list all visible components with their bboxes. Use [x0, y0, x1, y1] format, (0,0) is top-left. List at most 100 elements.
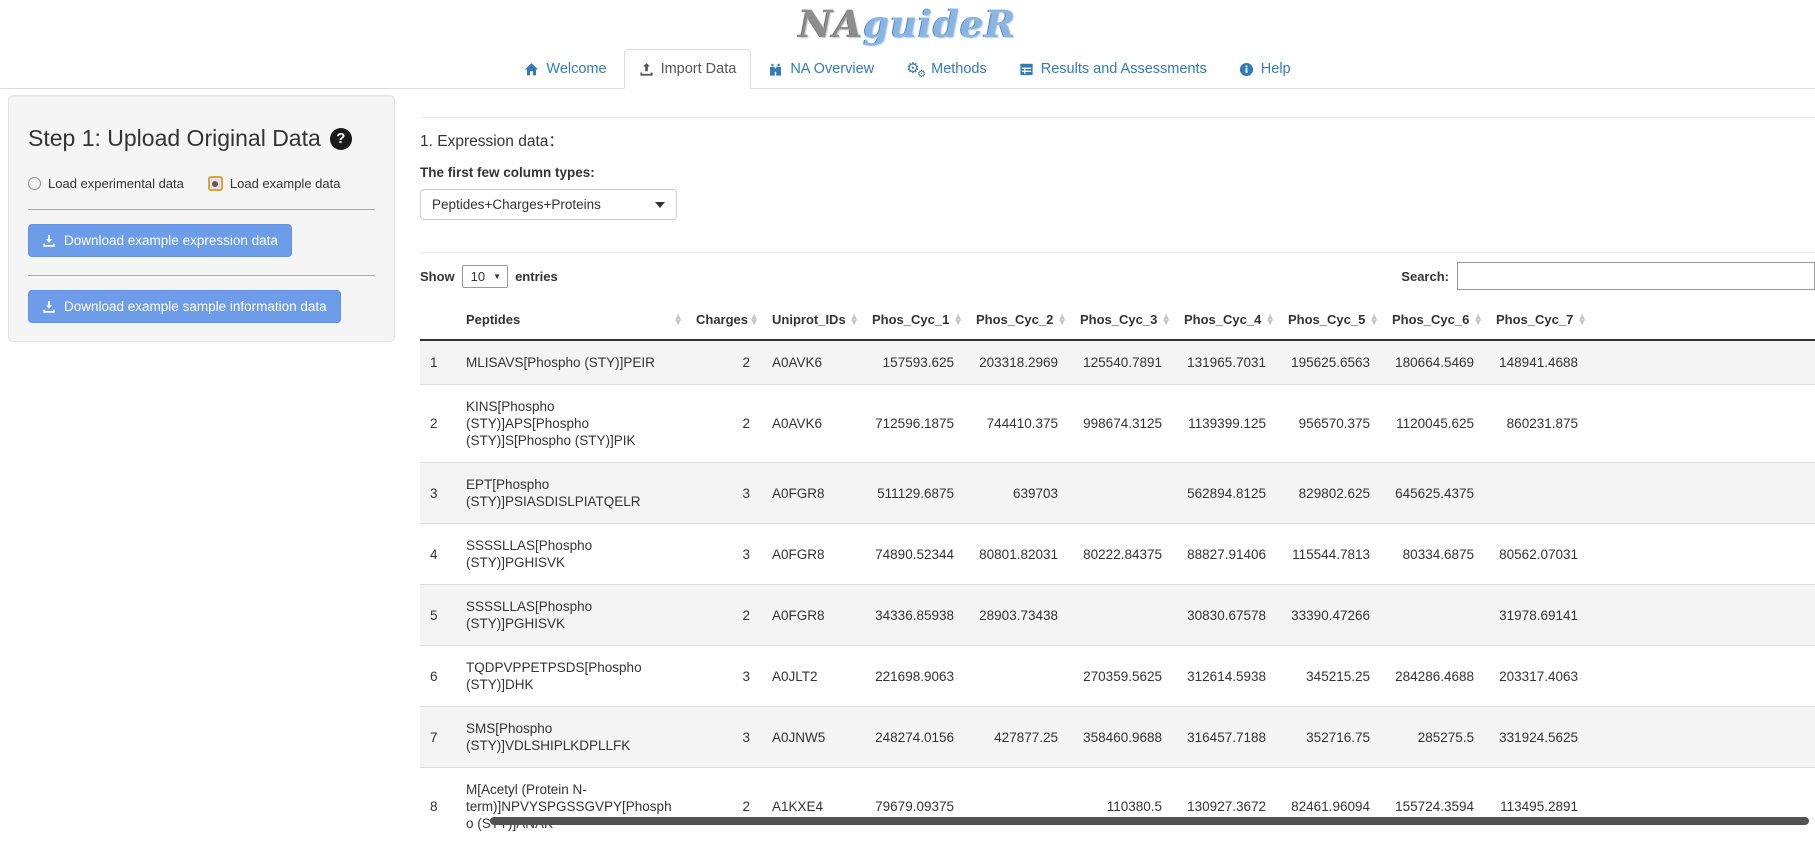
table-cell-filler	[1590, 524, 1815, 585]
sort-arrows-icon: ▲▼	[751, 313, 757, 326]
table-cell: 284286.4688	[1382, 646, 1486, 707]
table-cell: 88827.91406	[1174, 524, 1278, 585]
table-cell: 131965.7031	[1174, 340, 1278, 385]
table-cell: 80801.82031	[966, 524, 1070, 585]
table-cell: 34336.85938	[862, 585, 966, 646]
table-cell: 203317.4063	[1486, 646, 1590, 707]
column-header-phos_cyc_3[interactable]: Phos_Cyc_3▲▼	[1070, 300, 1174, 340]
page-length-select[interactable]: 10 ▼	[462, 265, 508, 288]
horizontal-scrollbar-thumb[interactable]	[490, 817, 1809, 825]
table-cell: 511129.6875	[862, 463, 966, 524]
table-cell: 79679.09375	[862, 768, 966, 845]
column-header-phos_cyc_2[interactable]: Phos_Cyc_2▲▼	[966, 300, 1070, 340]
download-example-sample-info-button[interactable]: Download example sample information data	[28, 290, 341, 323]
table-cell: 645625.4375	[1382, 463, 1486, 524]
table-cell-filler	[1590, 707, 1815, 768]
question-circle-icon[interactable]: ?	[330, 128, 352, 150]
tab-results-assessments[interactable]: Results and Assessments	[1004, 49, 1222, 89]
table-cell: EPT[Phospho (STY)]PSIASDISLPIATQELR	[456, 463, 686, 524]
table-cell: 248274.0156	[862, 707, 966, 768]
sort-arrows-icon: ▲▼	[1059, 313, 1065, 326]
table-row: 1MLISAVS[Phospho (STY)]PEIR2A0AVK6157593…	[420, 340, 1815, 385]
entries-label: entries	[515, 269, 558, 284]
tab-import-data[interactable]: Import Data	[624, 49, 752, 89]
table-cell: 8	[420, 768, 456, 845]
logo-text-guider: guideR	[863, 2, 1016, 46]
divider	[420, 252, 1815, 253]
table-cell: 30830.67578	[1174, 585, 1278, 646]
table-cell: 998674.3125	[1070, 385, 1174, 463]
table-cell	[966, 646, 1070, 707]
search-label: Search:	[1401, 269, 1449, 284]
column-types-dropdown[interactable]: Peptides+Charges+Proteins	[420, 189, 677, 220]
column-header-phos_cyc_4[interactable]: Phos_Cyc_4▲▼	[1174, 300, 1278, 340]
table-cell: A0AVK6	[762, 340, 862, 385]
table-cell: 2	[686, 385, 762, 463]
tab-help[interactable]: Help	[1224, 49, 1306, 89]
column-header-filler	[1590, 300, 1815, 340]
table-cell: A0FGR8	[762, 585, 862, 646]
table-cell: SSSSLLAS[Phospho (STY)]PGHISVK	[456, 524, 686, 585]
home-icon	[524, 62, 539, 77]
binoculars-icon	[768, 62, 783, 77]
table-row: 6TQDPVPPETPSDS[Phospho (STY)]DHK3A0JLT22…	[420, 646, 1815, 707]
table-cell	[966, 768, 1070, 845]
column-header-phos_cyc_6[interactable]: Phos_Cyc_6▲▼	[1382, 300, 1486, 340]
table-cell: 82461.96094	[1278, 768, 1382, 845]
table-cell: 427877.25	[966, 707, 1070, 768]
tab-na-overview[interactable]: NA Overview	[753, 49, 889, 89]
search-input[interactable]	[1457, 262, 1815, 290]
upload-panel: Step 1: Upload Original Data ? Load expe…	[8, 95, 395, 342]
tab-methods[interactable]: ⚙⚙ Methods	[891, 49, 1002, 89]
sort-arrows-icon: ▲▼	[1163, 313, 1169, 326]
table-cell-filler	[1590, 646, 1815, 707]
table-cell: 316457.7188	[1174, 707, 1278, 768]
table-cell: 3	[686, 646, 762, 707]
table-cell: A0AVK6	[762, 385, 862, 463]
sort-arrows-icon: ▲▼	[1267, 313, 1273, 326]
table-cell	[1486, 463, 1590, 524]
table-cell-filler	[1590, 768, 1815, 845]
table-cell: SSSSLLAS[Phospho (STY)]PGHISVK	[456, 585, 686, 646]
table-cell: 331924.5625	[1486, 707, 1590, 768]
download-example-expression-button[interactable]: Download example expression data	[28, 224, 292, 257]
dropdown-selected-value: Peptides+Charges+Proteins	[432, 197, 601, 212]
main-nav-tabs: Welcome Import Data NA Overview ⚙⚙ Metho…	[0, 50, 1815, 89]
tab-welcome[interactable]: Welcome	[509, 49, 621, 89]
table-cell: 125540.7891	[1070, 340, 1174, 385]
table-row: 7SMS[Phospho (STY)]VDLSHIPLKDPLLFK3A0JNW…	[420, 707, 1815, 768]
table-cell: M[Acetyl (Protein N-term)]NPVYSPGSSGVPY[…	[456, 768, 686, 845]
column-header-rownum	[420, 300, 456, 340]
column-header-peptides[interactable]: Peptides▲▼	[456, 300, 686, 340]
table-search-control: Search:	[1401, 262, 1815, 290]
table-cell: 829802.625	[1278, 463, 1382, 524]
sort-arrows-icon: ▲▼	[851, 313, 857, 326]
table-cell-filler	[1590, 385, 1815, 463]
app-logo: NAguideR	[0, 2, 1815, 48]
radio-unchecked-icon	[28, 177, 41, 190]
table-cell: 6	[420, 646, 456, 707]
column-header-phos_cyc_1[interactable]: Phos_Cyc_1▲▼	[862, 300, 966, 340]
table-row: 2KINS[Phospho (STY)]APS[Phospho (STY)]S[…	[420, 385, 1815, 463]
table-cell: 312614.5938	[1174, 646, 1278, 707]
column-header-charges[interactable]: Charges▲▼	[686, 300, 762, 340]
table-cell: 639703	[966, 463, 1070, 524]
table-cell: 3	[420, 463, 456, 524]
table-cell: A1KXE4	[762, 768, 862, 845]
table-cell: 3	[686, 524, 762, 585]
gears-icon: ⚙⚙	[906, 61, 924, 77]
divider	[28, 275, 375, 276]
column-header-phos_cyc_5[interactable]: Phos_Cyc_5▲▼	[1278, 300, 1382, 340]
table-cell: 860231.875	[1486, 385, 1590, 463]
download-icon	[42, 234, 56, 248]
table-cell	[1382, 585, 1486, 646]
radio-load-experimental-data[interactable]: Load experimental data	[28, 176, 184, 191]
table-cell: 712596.1875	[862, 385, 966, 463]
column-header-phos_cyc_7[interactable]: Phos_Cyc_7▲▼	[1486, 300, 1590, 340]
table-cell: 203318.2969	[966, 340, 1070, 385]
table-cell: 180664.5469	[1382, 340, 1486, 385]
radio-load-example-data[interactable]: Load example data	[208, 176, 341, 191]
column-header-uniprot_ids[interactable]: Uniprot_IDs▲▼	[762, 300, 862, 340]
page-length-value: 10	[471, 269, 485, 284]
table-cell: 157593.625	[862, 340, 966, 385]
